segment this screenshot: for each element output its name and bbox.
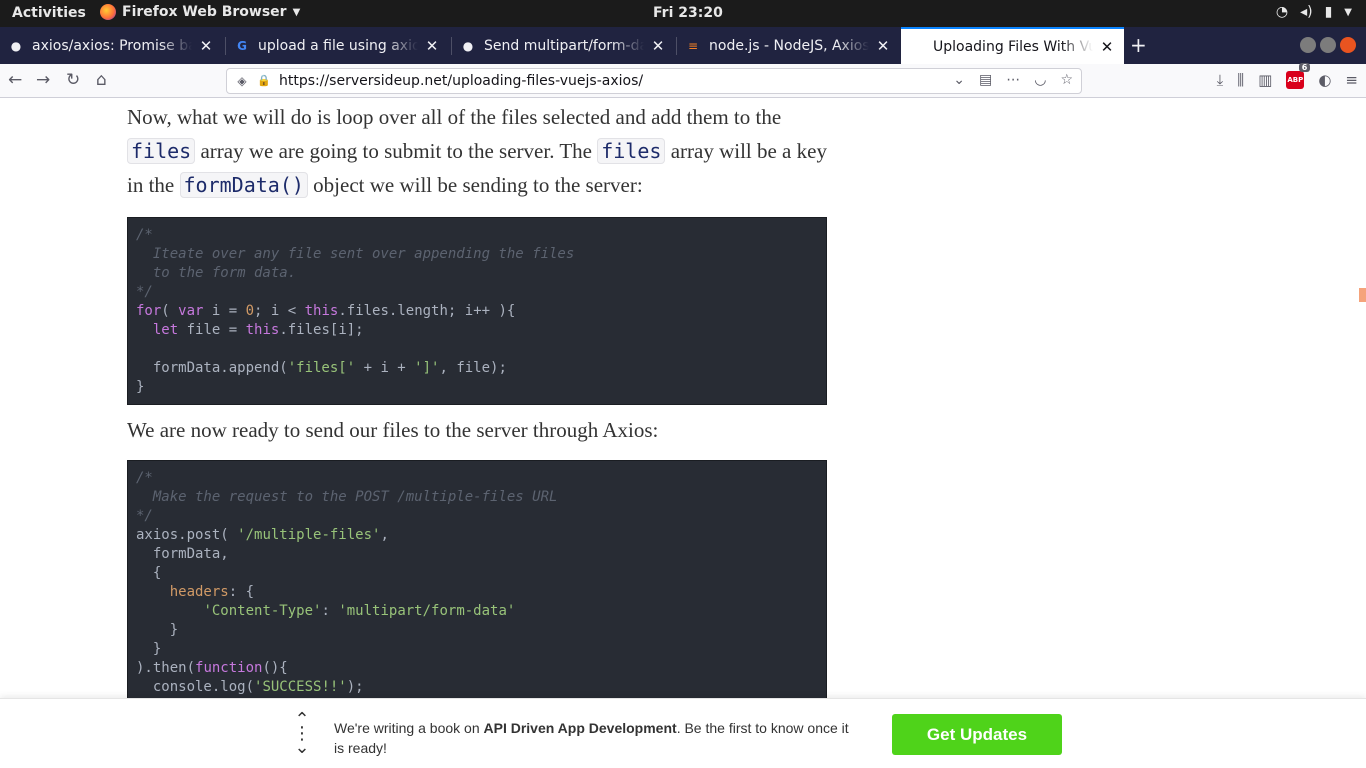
minimize-button[interactable] xyxy=(1300,37,1316,53)
activities-button[interactable]: Activities xyxy=(12,5,86,21)
tab-axios-github[interactable]: ● axios/axios: Promise based HTTP client… xyxy=(0,27,225,64)
home-button[interactable]: ⌂ xyxy=(96,70,107,90)
google-icon: G xyxy=(237,38,247,53)
inline-code: formData() xyxy=(179,172,308,198)
tab-title: node.js - NodeJS, Axios - post xyxy=(709,37,869,54)
page-content: Now, what we will do is loop over all of… xyxy=(0,98,1366,698)
close-icon[interactable]: ✕ xyxy=(198,37,214,55)
github-icon: ● xyxy=(10,38,22,53)
book-promo-banner: ⌃ ⋮ ⌄ We're writing a book on API Driven A… xyxy=(0,698,1366,768)
tab-title: upload a file using axios - Google Searc… xyxy=(258,37,418,54)
github-icon: ● xyxy=(462,38,474,53)
clock[interactable]: Fri 23:20 xyxy=(653,5,723,21)
tab-strip: ● axios/axios: Promise based HTTP client… xyxy=(0,27,1366,64)
expand-collapse-icon[interactable]: ⌃ ⋮ ⌄ xyxy=(290,711,314,761)
text-segment: Now, what we will do is loop over all of… xyxy=(127,105,782,129)
banner-message: We're writing a book on API Driven App D… xyxy=(334,718,854,758)
text-segment: array we are going to submit to the serv… xyxy=(195,139,598,163)
tab-send-multipart[interactable]: ● Send multipart/form-data files ✕ xyxy=(452,27,675,64)
code-block-axios-post: /* Make the request to the POST /multipl… xyxy=(127,460,827,698)
sidebar-icon[interactable]: ▥ xyxy=(1258,71,1272,89)
inline-code: files xyxy=(597,138,666,164)
inline-code: files xyxy=(127,138,196,164)
maximize-button[interactable] xyxy=(1320,37,1336,53)
chevron-down-icon: ▼ xyxy=(1344,6,1352,18)
downloads-icon[interactable]: ⤓ xyxy=(1217,71,1224,89)
text-segment: object we will be sending to the server: xyxy=(307,173,643,197)
system-tray[interactable]: ◔ ◂) ▮ ▼ xyxy=(1276,4,1352,20)
text-segment: array will be a key xyxy=(665,139,827,163)
tracking-protection-icon[interactable]: ◈ xyxy=(235,74,249,88)
firefox-icon xyxy=(100,4,116,20)
pocket-icon[interactable]: ◡ xyxy=(1034,72,1046,88)
close-icon[interactable]: ✕ xyxy=(1099,38,1115,56)
wifi-icon: ◔ xyxy=(1275,4,1289,20)
chevron-down-icon[interactable]: ⌄ xyxy=(953,72,965,88)
url-bar[interactable]: ◈ 🔒 https://serversideup.net/uploading-f… xyxy=(226,68,1082,94)
close-window-button[interactable] xyxy=(1340,37,1356,53)
text-segment: We're writing a book on xyxy=(334,720,484,736)
url-text[interactable]: https://serversideup.net/uploading-files… xyxy=(279,73,643,89)
close-icon[interactable]: ✕ xyxy=(875,37,891,55)
new-tab-button[interactable]: + xyxy=(1130,33,1147,57)
close-icon[interactable]: ✕ xyxy=(424,37,440,55)
lock-icon[interactable]: 🔒 xyxy=(257,74,271,88)
browser-tools: ⤓ ⫼ ▥ ABP 6 ◐ ≡ xyxy=(1217,63,1358,89)
extension-icon[interactable]: ◐ xyxy=(1318,71,1331,89)
more-actions-icon[interactable]: ⋯ xyxy=(1006,72,1020,88)
code-block-loop: /* Iteate over any file sent over append… xyxy=(127,217,827,405)
tab-stackoverflow[interactable]: ≡ node.js - NodeJS, Axios - post ✕ xyxy=(677,27,900,64)
adblock-plus-icon[interactable]: ABP 6 xyxy=(1286,63,1311,89)
library-icon[interactable]: ⫼ xyxy=(1237,71,1244,89)
banner-bold-text: API Driven App Development xyxy=(483,720,677,736)
tab-title: Uploading Files With VueJS xyxy=(933,38,1093,55)
back-button[interactable]: ← xyxy=(8,70,22,90)
reader-view-icon[interactable]: ▤ xyxy=(979,72,992,88)
tab-title: Send multipart/form-data files xyxy=(484,37,644,54)
scrollbar-thumb[interactable] xyxy=(1359,288,1366,302)
chevron-down-icon: ▼ xyxy=(292,6,301,18)
system-top-bar: Activities Firefox Web Browser ▼ Fri 23:… xyxy=(0,0,1366,27)
stackoverflow-icon: ≡ xyxy=(687,38,699,53)
app-menu[interactable]: Firefox Web Browser ▼ xyxy=(100,4,300,20)
menu-icon[interactable]: ≡ xyxy=(1345,71,1358,89)
text-segment: in the xyxy=(127,173,180,197)
tab-title: axios/axios: Promise based HTTP client xyxy=(32,37,192,54)
article-paragraph: Now, what we will do is loop over all of… xyxy=(127,100,827,202)
app-menu-label: Firefox Web Browser xyxy=(122,4,287,20)
reload-button[interactable]: ↻ xyxy=(66,70,80,90)
navigation-toolbar: ← → ↻ ⌂ ◈ 🔒 https://serversideup.net/upl… xyxy=(0,63,1366,98)
forward-button[interactable]: → xyxy=(36,70,50,90)
adblock-label: ABP xyxy=(1287,76,1304,84)
bookmark-star-icon[interactable]: ☆ xyxy=(1060,72,1073,88)
close-icon[interactable]: ✕ xyxy=(650,37,666,55)
battery-icon: ▮ xyxy=(1324,4,1333,20)
tab-uploading-files[interactable]: Uploading Files With VueJS ✕ xyxy=(901,27,1124,64)
url-bar-actions: ⌄ ▤ ⋯ ◡ ☆ xyxy=(953,72,1073,88)
volume-icon: ◂) xyxy=(1300,4,1313,20)
article-paragraph: We are now ready to send our files to th… xyxy=(127,418,659,442)
get-updates-button[interactable]: Get Updates xyxy=(892,714,1062,755)
tab-google-search[interactable]: G upload a file using axios - Google Sea… xyxy=(226,27,451,64)
site-icon xyxy=(909,39,925,55)
adblock-count-badge: 6 xyxy=(1298,63,1311,72)
